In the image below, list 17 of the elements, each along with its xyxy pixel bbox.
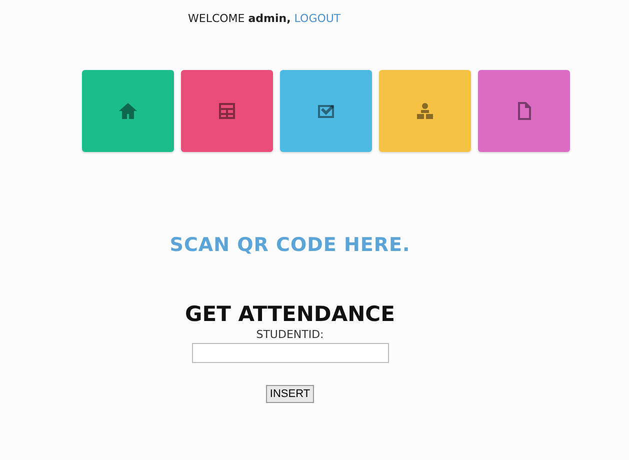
scan-heading: SCAN QR CODE HERE. xyxy=(170,234,410,256)
file-icon xyxy=(515,102,533,120)
menu-tile[interactable] xyxy=(181,70,273,152)
field-label: STUDENTID: xyxy=(256,328,324,341)
menu-tile[interactable] xyxy=(478,70,570,152)
check-icon xyxy=(317,102,335,120)
table-icon xyxy=(218,102,236,120)
people-icon xyxy=(416,102,434,120)
menu-tile[interactable] xyxy=(280,70,372,152)
insert-button[interactable]: INSERT xyxy=(266,385,314,403)
home-icon xyxy=(119,102,137,120)
student-id-field[interactable] xyxy=(192,343,388,363)
menu-tile[interactable] xyxy=(82,70,174,152)
welcome-text: WELCOME xyxy=(188,12,245,25)
form-title: GET ATTENDANCE xyxy=(185,302,395,326)
menu-tile[interactable] xyxy=(379,70,471,152)
username: admin, xyxy=(248,12,291,25)
